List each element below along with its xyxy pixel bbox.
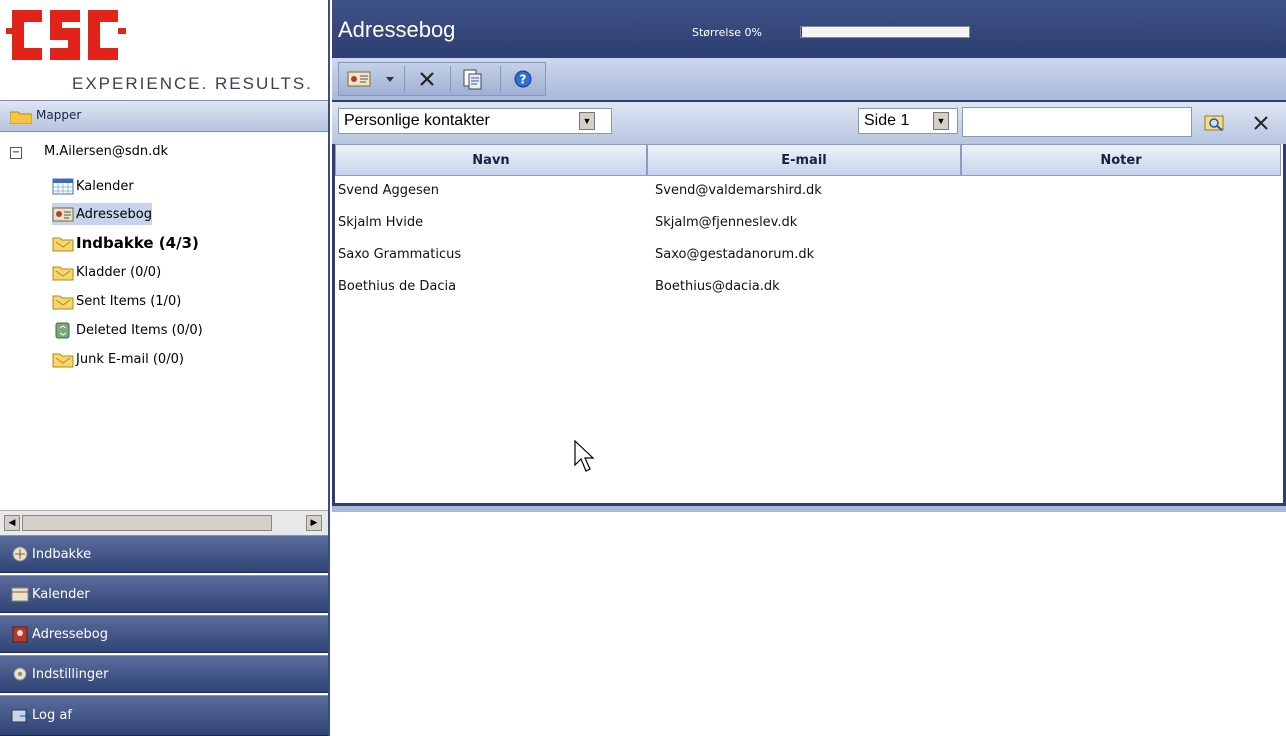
chevron-down-icon[interactable]: ▼ bbox=[933, 112, 949, 130]
folder-item-label: Indbakke (4/3) bbox=[76, 234, 199, 252]
folder-icon bbox=[52, 353, 74, 368]
folder-item-deleted-items[interactable]: Deleted Items (0/0) bbox=[52, 319, 203, 341]
help-button[interactable]: ? bbox=[508, 66, 538, 92]
nav-button-label: Adressebog bbox=[32, 626, 108, 642]
cell-name: Saxo Grammaticus bbox=[338, 247, 462, 262]
cell-name: Boethius de Dacia bbox=[338, 279, 457, 294]
inbox-icon bbox=[12, 546, 28, 562]
scroll-right-icon[interactable]: ▶ bbox=[306, 515, 322, 531]
mailbox-size-fill bbox=[801, 27, 802, 37]
move-button[interactable] bbox=[456, 66, 488, 92]
new-contact-button[interactable] bbox=[344, 66, 374, 92]
dropdown-arrow-icon bbox=[386, 77, 394, 82]
collapse-toggle[interactable]: − bbox=[10, 147, 22, 159]
contacts-table-header: Navn E-mail Noter bbox=[335, 144, 1281, 176]
chevron-down-icon[interactable]: ▼ bbox=[579, 112, 595, 130]
preview-pane bbox=[332, 512, 1286, 736]
folder-item-label: Deleted Items (0/0) bbox=[76, 322, 203, 338]
table-row[interactable]: Saxo Grammaticus Saxo@gestadanorum.dk bbox=[335, 240, 1281, 270]
delete-button[interactable] bbox=[412, 66, 442, 92]
search-icon bbox=[1204, 115, 1224, 131]
folder-item-kalender[interactable]: Kalender bbox=[52, 175, 134, 197]
table-row[interactable]: Skjalm Hvide Skjalm@fjenneslev.dk bbox=[335, 208, 1281, 238]
table-row[interactable]: Svend Aggesen Svend@valdemarshird.dk bbox=[335, 176, 1281, 206]
page-select-value: Side 1 bbox=[864, 112, 910, 129]
cell-email: Saxo@gestadanorum.dk bbox=[655, 247, 815, 262]
mailbox-size-bar bbox=[800, 26, 970, 38]
clear-search-button[interactable] bbox=[1246, 110, 1276, 136]
cell-email: Svend@valdemarshird.dk bbox=[655, 183, 822, 198]
folders-header: Mapper bbox=[0, 101, 328, 132]
nav-button-adressebog[interactable]: Adressebog bbox=[0, 615, 328, 653]
folder-item-adressebog[interactable]: Adressebog bbox=[52, 203, 152, 225]
search-button[interactable] bbox=[1200, 110, 1230, 136]
column-header-navn[interactable]: Navn bbox=[335, 144, 647, 176]
folder-icon bbox=[10, 111, 32, 124]
folders-header-label: Mapper bbox=[36, 108, 82, 122]
nav-button-label: Log af bbox=[32, 708, 72, 723]
mailbox-size-label: Størrelse 0% bbox=[692, 26, 762, 39]
folder-item-junk-email[interactable]: Junk E-mail (0/0) bbox=[52, 348, 184, 370]
nav-button-indbakke[interactable]: Indbakke bbox=[0, 535, 328, 573]
cell-email: Boethius@dacia.dk bbox=[655, 279, 780, 294]
toolbar-separator bbox=[404, 66, 405, 92]
calendar-icon bbox=[52, 178, 74, 195]
contacts-icon bbox=[52, 207, 74, 222]
folder-item-label: Kalender bbox=[76, 178, 134, 194]
delete-icon bbox=[420, 72, 434, 86]
toolbar-separator bbox=[450, 66, 451, 92]
page-select[interactable]: Side 1 ▼ bbox=[858, 108, 958, 134]
cell-email: Skjalm@fjenneslev.dk bbox=[655, 215, 798, 230]
new-contact-icon bbox=[347, 71, 371, 87]
page-title: Adressebog bbox=[338, 17, 456, 42]
nav-button-label: Indstillinger bbox=[32, 666, 109, 682]
csc-logo bbox=[6, 10, 126, 60]
scroll-thumb[interactable] bbox=[22, 515, 272, 531]
folder-item-kladder[interactable]: Kladder (0/0) bbox=[52, 261, 161, 283]
settings-icon bbox=[13, 667, 27, 681]
recycle-icon bbox=[55, 322, 70, 339]
folder-item-sent-items[interactable]: Sent Items (1/0) bbox=[52, 290, 181, 312]
cell-name: Skjalm Hvide bbox=[338, 215, 424, 230]
contacts-table-body: Svend Aggesen Svend@valdemarshird.dk Skj… bbox=[335, 176, 1281, 502]
help-icon: ? bbox=[514, 70, 532, 88]
mouse-cursor-icon bbox=[574, 440, 595, 472]
scroll-left-icon[interactable]: ◀ bbox=[4, 515, 20, 531]
folder-item-label: Adressebog bbox=[76, 206, 152, 222]
nav-button-indstillinger[interactable]: Indstillinger bbox=[0, 655, 328, 693]
folder-item-label: Sent Items (1/0) bbox=[76, 293, 182, 309]
logoff-icon bbox=[11, 709, 30, 722]
cell-name: Svend Aggesen bbox=[338, 183, 439, 198]
nav-button-kalender[interactable]: Kalender bbox=[0, 575, 328, 613]
nav-button-label: Indbakke bbox=[32, 546, 92, 562]
contact-list-value: Personlige kontakter bbox=[344, 112, 490, 129]
addressbook-icon bbox=[12, 626, 28, 643]
close-icon bbox=[1254, 116, 1268, 130]
nav-button-label: Kalender bbox=[32, 586, 90, 602]
logo-tagline: EXPERIENCE. RESULTS. bbox=[72, 74, 313, 93]
account-node[interactable]: M.Ailersen@sdn.dk bbox=[44, 144, 168, 159]
svg-text:?: ? bbox=[520, 73, 527, 87]
new-dropdown-button[interactable] bbox=[380, 66, 400, 92]
calendar-icon bbox=[11, 587, 29, 602]
horizontal-scrollbar[interactable]: ◀ ▶ bbox=[0, 510, 328, 535]
folder-tree: − M.Ailersen@sdn.dk Kalender Adressebog … bbox=[0, 132, 328, 510]
folder-icon bbox=[52, 295, 74, 310]
folder-item-indbakke[interactable]: Indbakke (4/3) bbox=[52, 232, 199, 254]
column-header-noter[interactable]: Noter bbox=[961, 144, 1281, 176]
move-icon bbox=[463, 69, 482, 90]
pane-splitter[interactable] bbox=[332, 505, 1286, 512]
folder-icon bbox=[52, 266, 74, 281]
table-row[interactable]: Boethius de Dacia Boethius@dacia.dk bbox=[335, 272, 1281, 302]
folder-item-label: Junk E-mail (0/0) bbox=[76, 351, 184, 367]
nav-button-log-af[interactable]: Log af bbox=[0, 695, 328, 736]
toolbar-separator bbox=[500, 66, 501, 92]
folder-icon bbox=[52, 237, 74, 252]
folder-item-label: Kladder (0/0) bbox=[76, 264, 162, 280]
column-header-email[interactable]: E-mail bbox=[647, 144, 961, 176]
search-input[interactable] bbox=[962, 107, 1192, 137]
contact-list-select[interactable]: Personlige kontakter ▼ bbox=[338, 108, 612, 134]
